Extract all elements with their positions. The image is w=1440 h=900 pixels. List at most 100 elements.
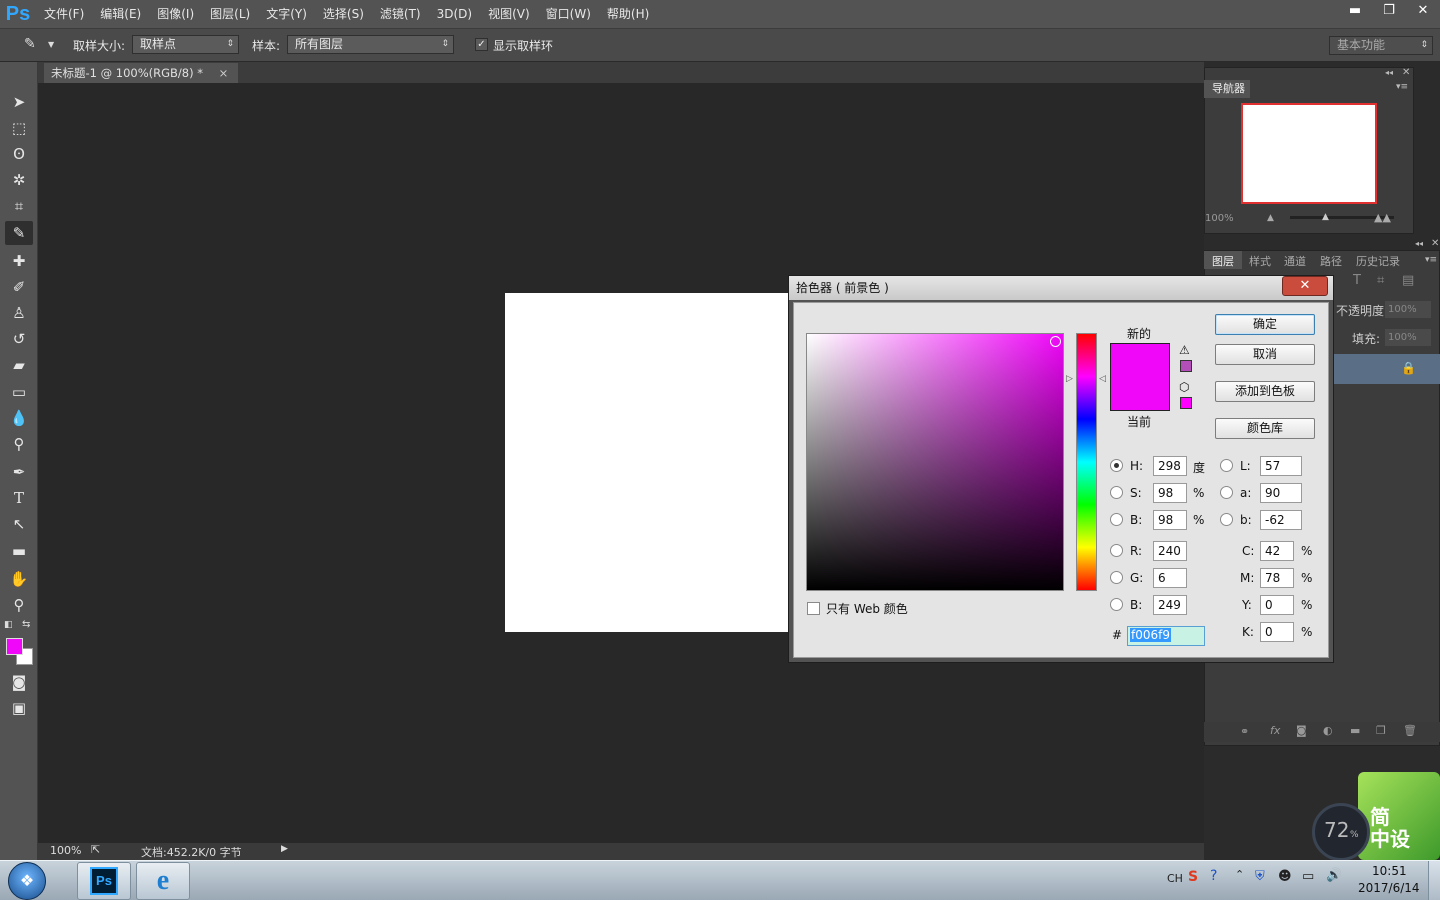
panel-menu-icon[interactable]: ▾≡ (1425, 255, 1437, 265)
shape-icon[interactable]: ▬ (5, 539, 33, 563)
tab-paths[interactable]: 路径 (1320, 253, 1342, 269)
web-safe-warning-icon[interactable]: ⬡ (1179, 380, 1189, 394)
close-panel-icon[interactable]: ✕ (1431, 238, 1439, 249)
saturation-input[interactable]: 98 (1153, 483, 1187, 503)
lab-l-input[interactable]: 57 (1260, 456, 1302, 476)
hue-slider-left-arrow-icon[interactable]: ▷ (1066, 374, 1073, 384)
tab-channels[interactable]: 通道 (1284, 253, 1306, 269)
type-icon[interactable]: T (5, 486, 33, 510)
menu-select[interactable]: 选择(S) (315, 0, 372, 28)
tab-layers[interactable]: 图层 (1212, 253, 1234, 269)
web-colors-only-checkbox[interactable] (807, 602, 820, 615)
fill-input[interactable]: 100% (1385, 329, 1431, 346)
gradient-icon[interactable]: ▭ (5, 380, 33, 404)
new-layer-icon[interactable]: ❐ (1376, 724, 1386, 737)
taskbar-ie[interactable]: e (136, 862, 190, 900)
web-safe-color-swatch[interactable] (1180, 397, 1192, 409)
magic-wand-icon[interactable]: ✲ (5, 168, 33, 192)
pen-icon[interactable]: ✒ (5, 460, 33, 484)
default-colors-icon[interactable]: ◧ (4, 620, 13, 630)
menu-layer[interactable]: 图层(L) (202, 0, 258, 28)
crop-icon[interactable]: ⌗ (5, 194, 33, 218)
red-radio[interactable] (1110, 544, 1123, 557)
navigator-preview[interactable] (1241, 103, 1377, 204)
yellow-input[interactable]: 0 (1260, 595, 1294, 615)
dialog-close-button[interactable]: ✕ (1282, 276, 1328, 296)
foreground-color-swatch[interactable] (6, 638, 23, 655)
lab-b-input[interactable]: -62 (1260, 510, 1302, 530)
tray-expand-icon[interactable]: ⌃ (1235, 868, 1244, 881)
tab-styles[interactable]: 样式 (1249, 253, 1271, 269)
stamp-icon[interactable]: ♙ (5, 301, 33, 325)
color-libraries-button[interactable]: 颜色库 (1215, 418, 1315, 439)
qq-icon[interactable]: ☻ (1278, 869, 1292, 884)
filter-smart-object-icon[interactable]: ▤ (1402, 273, 1414, 288)
help-icon[interactable]: ? (1210, 868, 1217, 884)
lab-a-input[interactable]: 90 (1260, 483, 1302, 503)
green-radio[interactable] (1110, 571, 1123, 584)
eyedropper-icon[interactable]: ✎ (5, 221, 33, 245)
zoom-icon[interactable]: ⚲ (5, 593, 33, 617)
magenta-input[interactable]: 78 (1260, 568, 1294, 588)
healing-brush-icon[interactable]: ✚ (5, 249, 33, 273)
add-mask-icon[interactable]: ◙ (1296, 724, 1307, 737)
history-brush-icon[interactable]: ↺ (5, 327, 33, 351)
tab-history[interactable]: 历史记录 (1356, 253, 1400, 269)
zoom-level[interactable]: 100% (50, 844, 81, 857)
zoom-in-icon[interactable]: ▲▲ (1374, 211, 1391, 224)
menu-filter[interactable]: 滤镜(T) (372, 0, 429, 28)
menu-help[interactable]: 帮助(H) (599, 0, 657, 28)
blur-icon[interactable]: 💧 (5, 406, 33, 430)
eraser-icon[interactable]: ▰ (5, 353, 33, 377)
tool-preset-chevron-icon[interactable]: ▼ (48, 40, 54, 49)
export-icon[interactable]: ⇱ (91, 843, 100, 856)
close-tab-icon[interactable]: × (219, 66, 229, 80)
layer-row[interactable] (1330, 354, 1440, 384)
green-input[interactable]: 6 (1153, 568, 1187, 588)
close-panel-icon[interactable]: ✕ (1402, 67, 1410, 78)
show-ring-checkbox[interactable]: ✓ (475, 38, 488, 51)
document-canvas[interactable] (505, 293, 790, 632)
filter-shape-icon[interactable]: ⌗ (1377, 273, 1384, 288)
sample-size-select[interactable]: 取样点 ⇕ (132, 35, 239, 54)
input-method-icon[interactable]: S (1188, 869, 1198, 885)
menu-type[interactable]: 文字(Y) (258, 0, 315, 28)
hue-slider[interactable] (1076, 333, 1097, 591)
network-icon[interactable]: ▭ (1302, 869, 1314, 884)
cyan-input[interactable]: 42 (1260, 541, 1294, 561)
restore-button[interactable]: ❐ (1372, 0, 1406, 20)
collapse-panel-icon[interactable]: ◂◂ (1415, 239, 1423, 248)
brightness-input[interactable]: 98 (1153, 510, 1187, 530)
volume-icon[interactable]: 🔊 (1326, 868, 1342, 883)
hex-input[interactable]: f006f9 (1127, 626, 1205, 646)
collapse-panel-icon[interactable]: ◂◂ (1385, 68, 1393, 77)
lab-a-radio[interactable] (1220, 486, 1233, 499)
marquee-icon[interactable]: ⬚ (5, 116, 33, 140)
cancel-button[interactable]: 取消 (1215, 344, 1315, 365)
saturation-radio[interactable] (1110, 486, 1123, 499)
new-group-icon[interactable]: ▬ (1350, 724, 1360, 737)
slider-handle-icon[interactable]: ▲ (1322, 212, 1329, 222)
menu-image[interactable]: 图像(I) (149, 0, 202, 28)
dodge-icon[interactable]: ⚲ (5, 432, 33, 456)
menu-file[interactable]: 文件(F) (36, 0, 92, 28)
blue-input[interactable]: 249 (1153, 595, 1187, 615)
add-to-swatches-button[interactable]: 添加到色板 (1215, 381, 1315, 402)
menu-view[interactable]: 视图(V) (480, 0, 538, 28)
status-menu-arrow-icon[interactable]: ▶ (281, 844, 288, 854)
menu-edit[interactable]: 编辑(E) (92, 0, 149, 28)
opacity-input[interactable]: 100% (1385, 301, 1431, 318)
eyedropper-icon[interactable]: ✎ (24, 36, 36, 52)
swap-colors-icon[interactable]: ⇆ (22, 619, 30, 630)
lab-b-radio[interactable] (1220, 513, 1233, 526)
path-select-icon[interactable]: ↖ (5, 512, 33, 536)
clock-date[interactable]: 2017/6/14 (1358, 881, 1420, 895)
screen-mode-icon[interactable]: ▣ (5, 696, 33, 720)
start-button[interactable]: ❖ (8, 862, 46, 900)
menu-3d[interactable]: 3D(D) (429, 0, 480, 28)
clock-time[interactable]: 10:51 (1372, 864, 1407, 878)
adjustment-layer-icon[interactable]: ◐ (1323, 724, 1333, 737)
hand-icon[interactable]: ✋ (5, 567, 33, 591)
ok-button[interactable]: 确定 (1215, 314, 1315, 335)
minimize-button[interactable]: ▬ (1338, 0, 1372, 20)
